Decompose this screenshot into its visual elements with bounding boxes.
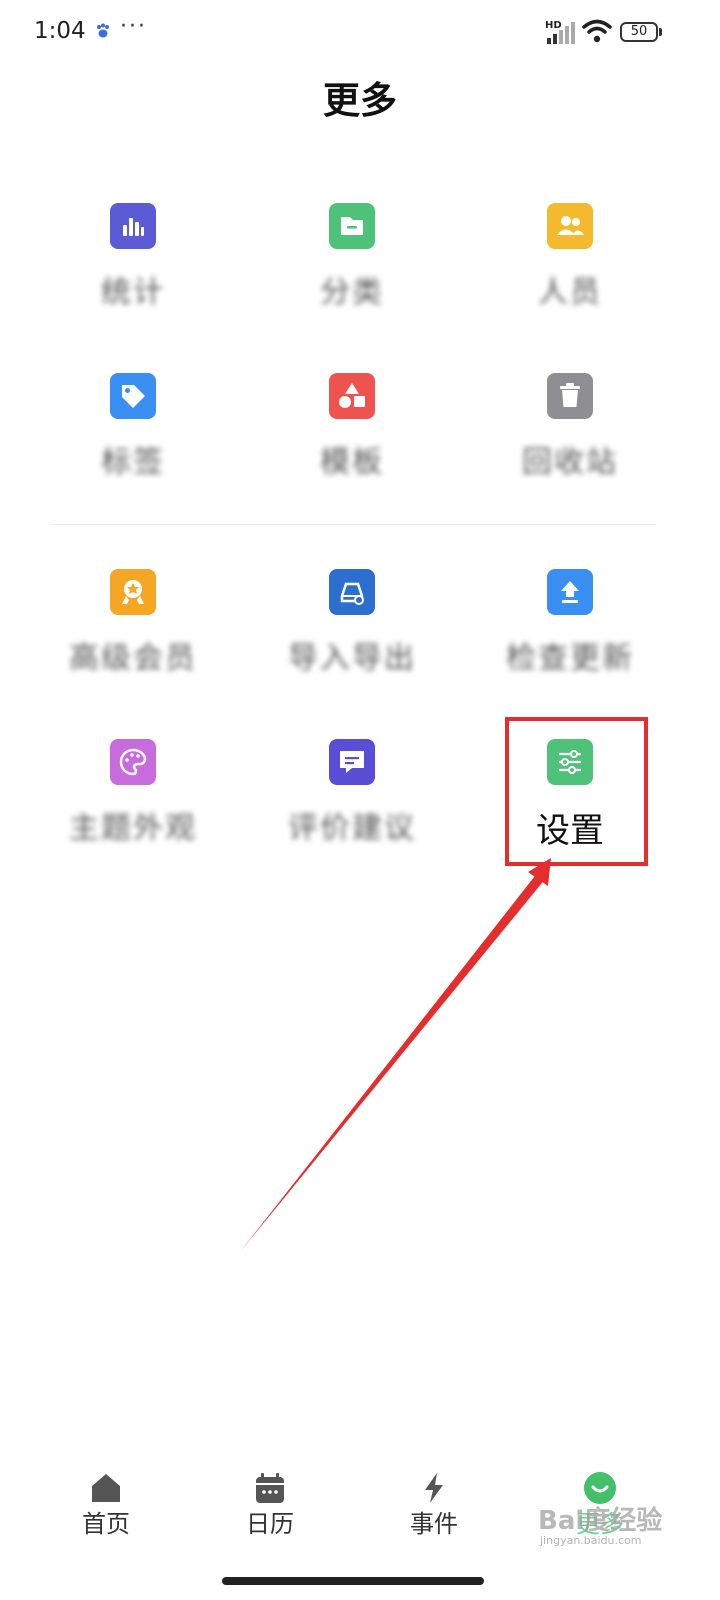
grid-item-feedback[interactable]: 评价建议 xyxy=(252,739,452,869)
section-divider xyxy=(50,524,656,525)
grid-item-check-update[interactable]: 检查更新 xyxy=(470,569,670,699)
status-bar: 1:04 ··· HD 50 xyxy=(0,0,720,64)
grid-label: 检查更新 xyxy=(506,641,634,676)
watermark-url: jingyan.baidu.com xyxy=(540,1534,642,1547)
grid-label: 回收站 xyxy=(522,445,618,480)
wifi-icon xyxy=(582,19,612,43)
grid-label: 评价建议 xyxy=(288,811,416,846)
shapes-icon xyxy=(329,373,375,419)
more-notifications-icon: ··· xyxy=(120,14,147,39)
nav-item-calendar[interactable]: 日历 xyxy=(210,1460,330,1550)
people-icon xyxy=(547,203,593,249)
grid-label: 统计 xyxy=(101,275,165,310)
grid-item-templates[interactable]: 模板 xyxy=(252,373,452,503)
trash-icon xyxy=(547,373,593,419)
nav-item-home[interactable]: 首页 xyxy=(46,1460,166,1550)
grid-item-theme[interactable]: 主题外观 xyxy=(33,739,233,869)
grid-label: 标签 xyxy=(101,445,165,480)
grid-item-people[interactable]: 人员 xyxy=(470,203,670,333)
tag-icon xyxy=(110,373,156,419)
grid-label: 人员 xyxy=(538,275,602,310)
palette-icon xyxy=(110,739,156,785)
grid-item-category[interactable]: 分类 xyxy=(252,203,452,333)
nav-label: 日历 xyxy=(246,1510,294,1538)
grid-item-tags[interactable]: 标签 xyxy=(33,373,233,503)
battery-icon: 50 xyxy=(620,22,658,42)
calendar-icon xyxy=(256,1473,284,1503)
grid-item-trash[interactable]: 回收站 xyxy=(470,373,670,503)
grid-label: 分类 xyxy=(320,275,384,310)
watermark: Bai度经验 xyxy=(538,1506,663,1536)
nav-label: 事件 xyxy=(410,1510,458,1538)
grid-item-import-export[interactable]: 导入导出 xyxy=(252,569,452,699)
upload-icon xyxy=(547,569,593,615)
nav-label: 首页 xyxy=(82,1510,130,1538)
page-title: 更多 xyxy=(323,79,397,122)
grid-label: 导入导出 xyxy=(288,641,416,676)
message-icon xyxy=(329,739,375,785)
grid-item-premium[interactable]: 高级会员 xyxy=(33,569,233,699)
grid-label: 主题外观 xyxy=(69,811,197,846)
signal-icon xyxy=(547,22,575,44)
grid-label: 高级会员 xyxy=(69,641,197,676)
nav-item-events[interactable]: 事件 xyxy=(374,1460,494,1550)
home-indicator[interactable] xyxy=(222,1577,484,1585)
paw-icon xyxy=(97,23,109,38)
bar-chart-icon xyxy=(110,203,156,249)
status-time: 1:04 xyxy=(34,18,86,44)
battery-tip xyxy=(659,28,662,36)
grid-item-statistics[interactable]: 统计 xyxy=(33,203,233,333)
highlight-annotation xyxy=(505,717,648,866)
badge-icon xyxy=(110,569,156,615)
folder-icon xyxy=(329,203,375,249)
import-export-icon xyxy=(329,569,375,615)
grid-label: 模板 xyxy=(320,445,384,480)
home-icon xyxy=(92,1474,120,1502)
lightning-icon xyxy=(425,1473,443,1503)
